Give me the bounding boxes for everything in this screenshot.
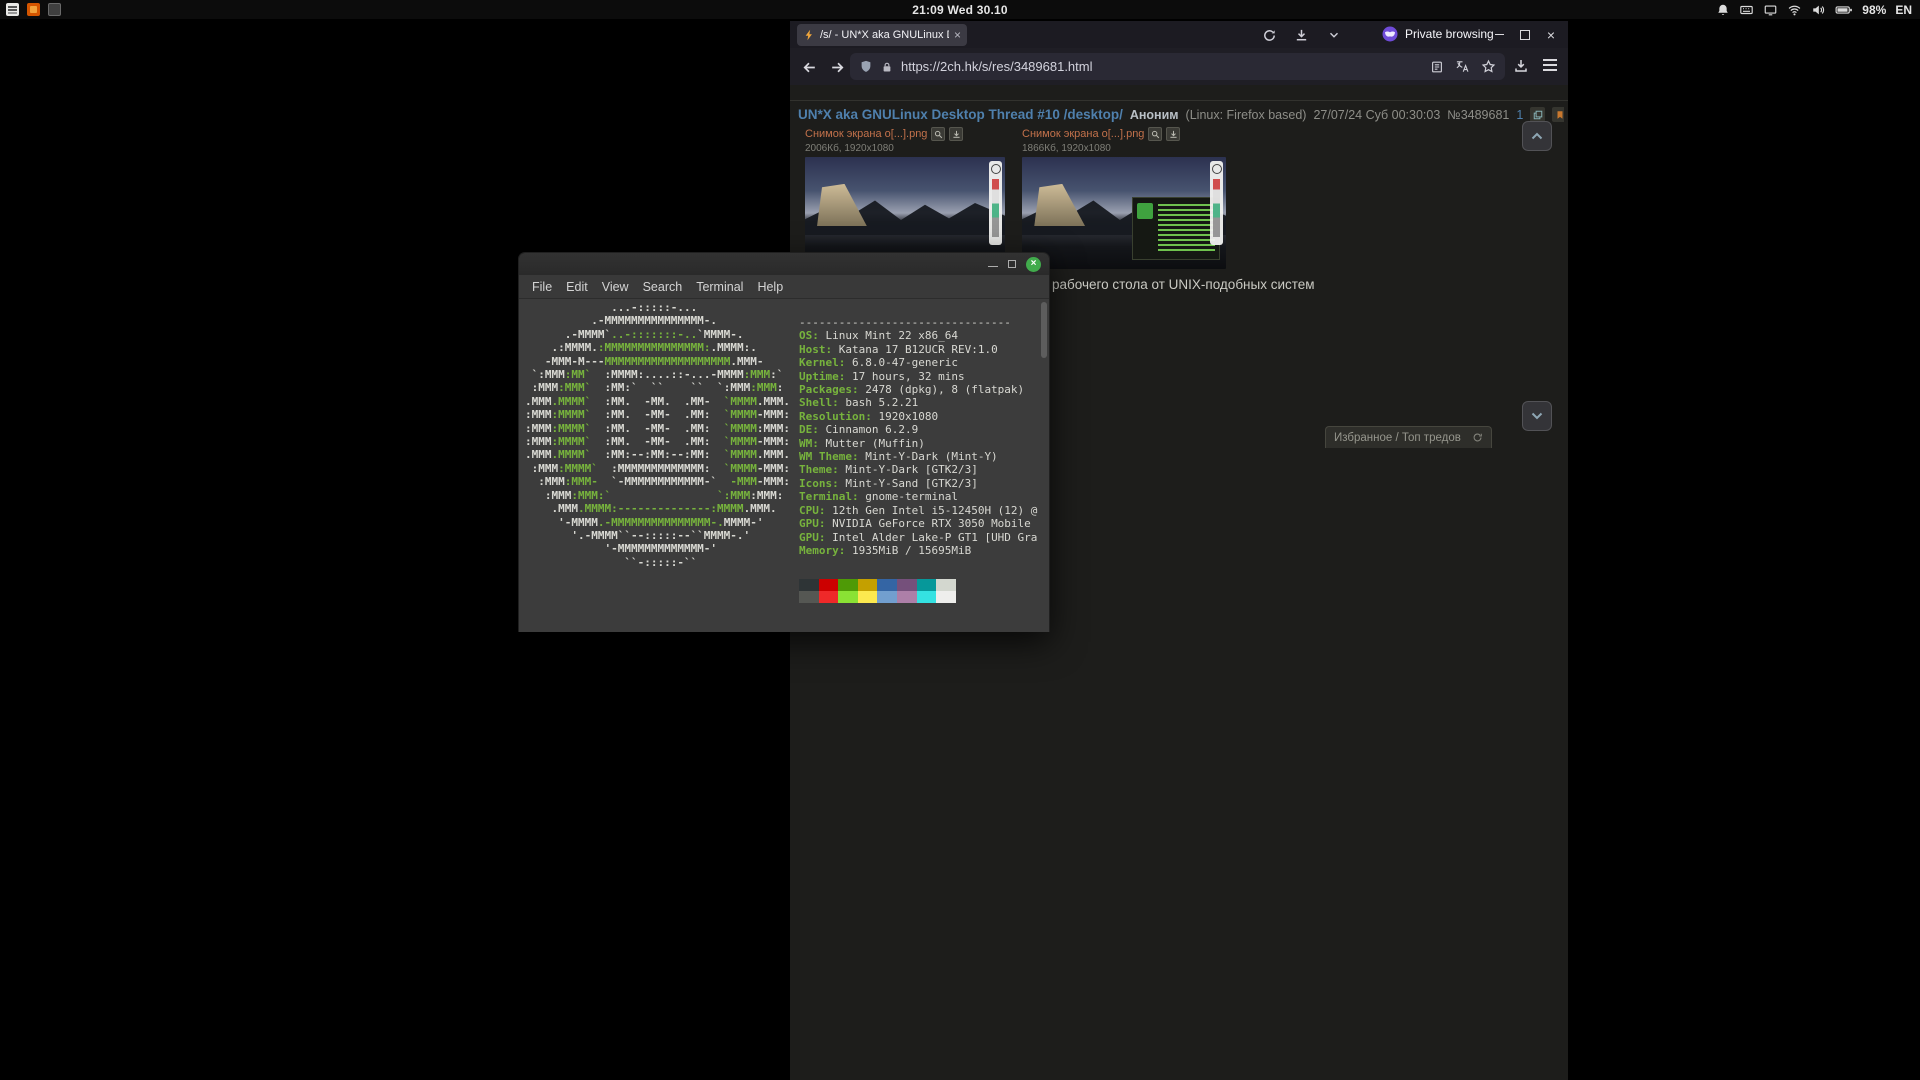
poster-info: (Linux: Firefox based) [1186,108,1307,122]
terminal-window: × FileEditViewSearchTerminalHelp ...-:::… [518,252,1050,632]
replies-count-link[interactable]: 1 [1516,108,1523,122]
translate-icon[interactable] [1455,59,1470,74]
terminal-minimize-button[interactable] [988,266,998,268]
attachment-filename-link[interactable]: Снимок экрана о[...].png [805,128,927,140]
notifications-bell-icon[interactable] [1716,3,1730,17]
favorites-bar-label: Избранное / Топ тредов [1334,432,1461,444]
attachment-zoom-icon[interactable] [1148,127,1162,141]
menu-terminal[interactable]: Terminal [689,280,750,294]
url-text[interactable]: https://2ch.hk/s/res/3489681.html [901,59,1093,74]
bookmark-star-icon[interactable] [1481,59,1496,74]
attachment-zoom-icon[interactable] [931,127,945,141]
favorites-refresh-icon[interactable] [1472,432,1483,443]
volume-icon[interactable] [1811,3,1826,17]
thumb-cliff [1034,184,1085,227]
panel-app-launchers [6,3,61,16]
tracking-shield-icon[interactable] [859,59,873,74]
post-date: 27/07/24 Суб 00:30:03 [1313,108,1440,122]
page-header-divider [790,100,1568,101]
attachment-download-icon[interactable] [949,127,963,141]
navigation-bar: https://2ch.hk/s/res/3489681.html [790,48,1568,85]
tab-title: /s/ - UN*X aka GNULinux De [820,29,949,41]
chevron-down-icon[interactable] [1325,26,1343,44]
menu-hamburger-icon[interactable] [1543,59,1559,73]
save-page-icon[interactable] [1513,58,1529,74]
terminal-body[interactable]: ...-:::::-... .-MMMMMMMMMMMMMMM-. .-MMMM… [519,299,1049,632]
attachment-size: 1866Кб, 1920x1080 [1022,143,1226,154]
thread-header: UN*X aka GNULinux Desktop Thread #10 /de… [798,107,1564,122]
desktop: 21:09 Wed 30.10 98% EN /s/ - UN*X aka GN… [0,0,1920,1080]
downloads-icon[interactable] [1292,26,1310,44]
favorites-bar[interactable]: Избранное / Топ тредов [1325,426,1492,448]
terminal-titlebar[interactable]: × [519,253,1049,275]
thread-hide-icon[interactable] [1530,107,1545,122]
attachment-thumbnail[interactable] [1022,157,1226,269]
browser-tab[interactable]: /s/ - UN*X aka GNULinux De × [797,24,967,46]
private-mask-icon [1382,26,1398,42]
scroll-to-top-button[interactable] [1522,121,1552,151]
tab-favicon-lightning-icon [803,29,815,41]
thumb-terminal-overlay [1132,197,1220,260]
terminal-maximize-button[interactable] [1008,260,1016,268]
tab-close-icon[interactable]: × [954,29,961,41]
document-app-icon[interactable] [6,3,19,16]
display-icon[interactable] [1763,3,1778,17]
wifi-icon[interactable] [1787,3,1802,17]
menu-search[interactable]: Search [636,280,690,294]
window-close-button[interactable]: × [1538,24,1564,46]
window-minimize-button[interactable] [1486,24,1512,46]
poster-name: Аноним [1130,108,1179,122]
thread-title-link[interactable]: UN*X aka GNULinux Desktop Thread #10 /de… [798,107,1123,122]
lock-icon[interactable] [881,60,893,74]
private-browsing-label: Private browsing [1405,27,1494,41]
thumb-panel-widget [989,161,1002,245]
window-maximize-button[interactable] [1512,24,1538,46]
terminal-close-button[interactable]: × [1026,257,1041,272]
attachment-download-icon[interactable] [1166,127,1180,141]
terminal-scrollbar-thumb[interactable] [1041,302,1047,358]
clock[interactable]: 21:09 Wed 30.10 [912,3,1008,17]
reader-view-icon[interactable] [1430,60,1444,74]
keyboard-icon[interactable] [1739,3,1754,17]
thumb-panel-widget [1210,161,1223,245]
menu-help[interactable]: Help [750,280,790,294]
neofetch-info: --------------------------------OS: Linu… [799,316,1037,557]
palette [799,579,956,603]
scroll-to-bottom-button[interactable] [1522,401,1552,431]
tab-bar: /s/ - UN*X aka GNULinux De × Private bro… [790,21,1568,48]
menu-view[interactable]: View [595,280,636,294]
system-tray: 98% EN [1716,3,1912,17]
thumb-cliff [817,184,867,227]
attachment-1: Снимок экрана о[...].png 2006Кб, 1920x10… [805,127,1005,269]
attachment-filename-link[interactable]: Снимок экрана о[...].png [1022,128,1144,140]
window-controls: × [1486,21,1564,48]
forward-button[interactable] [824,54,850,80]
battery-icon[interactable] [1835,3,1853,17]
terminal-menubar: FileEditViewSearchTerminalHelp [519,275,1049,299]
orange-app-icon[interactable] [27,3,40,16]
battery-percentage[interactable]: 98% [1862,3,1886,17]
reload-icon[interactable] [1260,26,1278,44]
terminal-app-icon[interactable] [48,3,61,16]
menu-edit[interactable]: Edit [559,280,595,294]
neofetch-ascii: ...-:::::-... .-MMMMMMMMMMMMMMM-. .-MMMM… [525,301,790,569]
post-number[interactable]: №3489681 [1447,108,1509,122]
attachment-size: 2006Кб, 1920x1080 [805,143,1005,154]
back-button[interactable] [796,54,822,80]
system-panel: 21:09 Wed 30.10 98% EN [0,0,1920,19]
thread-favorite-icon[interactable] [1552,107,1564,122]
post-text: рабочего стола от UNIX-подобных систем [1052,277,1315,292]
url-bar[interactable]: https://2ch.hk/s/res/3489681.html [850,53,1505,80]
menu-file[interactable]: File [525,280,559,294]
private-browsing-indicator: Private browsing [1382,26,1494,42]
attachment-2: Снимок экрана о[...].png 1866Кб, 1920x10… [1022,127,1226,269]
language-indicator[interactable]: EN [1895,3,1912,17]
